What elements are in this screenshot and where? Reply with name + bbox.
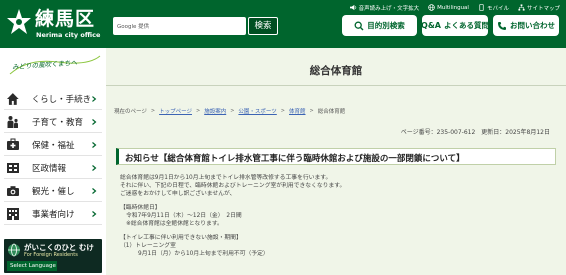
title-divider	[106, 85, 566, 86]
utility-links: 音声読み上げ・文字拡大 Multilingual モバイル サイトマップ	[349, 3, 560, 12]
page-title: 総合体育館	[309, 65, 363, 77]
search-button[interactable]: 検索	[248, 17, 278, 35]
body-line: それに伴い、下記の日程で、臨時休館およびトレーニング室が利用できなくなります。	[120, 183, 346, 189]
main-content: 総合体育館 現在のページ > トップページ > 施設案内 > 公園・スポーツ >…	[106, 48, 566, 275]
contact-label: お問い合わせ	[510, 21, 555, 30]
sidebar-item-label: 子育て・教育	[32, 117, 84, 128]
body-line: ご迷惑をおかけして申し訳ございませんが、	[120, 191, 236, 197]
select-language-button[interactable]: Select Language	[7, 261, 57, 271]
sidebar-item-living[interactable]: くらし・手続き	[4, 88, 102, 110]
breadcrumb-link-top[interactable]: トップページ	[159, 107, 192, 115]
site-header: 練馬区 Nerima city office 音声読み上げ・文字拡大 Multi…	[0, 0, 566, 48]
body-line: 9月1日（月）から10月上旬まで利用不可（予定）	[138, 251, 269, 257]
sidebar-item-label: 区政情報	[32, 163, 67, 174]
chevron-right-icon	[92, 210, 97, 217]
chevron-right-icon	[92, 141, 97, 148]
faq-label: よくある質問	[443, 21, 489, 30]
chevron-right-icon	[92, 164, 97, 171]
health-icon	[7, 138, 19, 150]
camera-icon	[7, 185, 19, 196]
breadcrumb-separator-icon: >	[150, 108, 156, 114]
utility-link-label: サイトマップ	[526, 5, 560, 12]
utility-link-label: 音声読み上げ・文字拡大	[358, 5, 420, 12]
breadcrumb-link-gymnasium[interactable]: 体育館	[289, 107, 306, 115]
site-logo[interactable]: 練馬区 Nerima city office	[6, 6, 101, 42]
phone-icon	[498, 21, 506, 30]
page-meta: ページ番号：235-007-612 更新日：2025年8月12日	[400, 129, 550, 136]
sidebar-item-childcare[interactable]: 子育て・教育	[4, 111, 102, 133]
purpose-search-button[interactable]: 目的別検索	[342, 15, 417, 36]
banner-subtitle: For Foreign Residents	[24, 252, 78, 258]
body-line: 総合体育館は9月1日から10月上旬までトイレ排水管等改修する工事を行います。	[120, 175, 332, 181]
faq-button[interactable]: Q&A よくある質問	[421, 15, 489, 36]
body-line: 【トイレ工事に伴い利用できない施設・期間】	[120, 235, 242, 241]
sidebar-item-label: 保健・福祉	[32, 140, 75, 151]
business-icon	[7, 207, 19, 220]
sidebar: みどりの風吹くまちへ くらし・手続き 子育て・教育 保健・福祉 区政情報 観光・…	[0, 48, 103, 275]
logo-name: 練馬区	[35, 8, 96, 30]
chevron-right-icon	[92, 95, 97, 102]
foreign-residents-banner[interactable]: がいこくのひと むけ For Foreign Residents Select …	[4, 239, 102, 273]
utility-link-sitemap[interactable]: サイトマップ	[518, 4, 560, 12]
chevron-right-icon	[92, 187, 97, 194]
family-icon	[7, 115, 18, 128]
utility-link-label: Multilingual	[437, 4, 469, 11]
utility-link-label: モバイル	[486, 5, 509, 12]
breadcrumb-current: 総合体育館	[317, 109, 346, 115]
utility-link-voice[interactable]: 音声読み上げ・文字拡大	[349, 4, 420, 12]
qa-icon: Q&A	[421, 21, 441, 30]
search-input[interactable]	[149, 18, 246, 34]
globe-icon	[428, 4, 435, 11]
body-line: 【臨時休館日】	[120, 205, 161, 211]
sidebar-item-label: くらし・手続き	[31, 94, 92, 105]
mobile-icon	[479, 4, 484, 11]
speaker-icon	[349, 4, 356, 11]
notice-heading-box: お知らせ【総合体育館トイレ排水管工事に伴う臨時休館および施設の一部閉鎖について】	[116, 148, 556, 165]
globe-icon	[8, 243, 20, 257]
sidebar-item-city-info[interactable]: 区政情報	[4, 157, 102, 179]
search-box: Google 提供	[113, 17, 246, 35]
notice-body: 総合体育館は9月1日から10月上旬までトイレ排水管等改修する工事を行います。 そ…	[120, 174, 556, 258]
sidebar-item-label: 事業者向け	[32, 209, 75, 220]
search-icon	[354, 21, 364, 30]
logo-subtitle: Nerima city office	[36, 31, 101, 39]
breadcrumb-separator-icon: >	[280, 108, 285, 114]
breadcrumb-separator-icon: >	[195, 108, 201, 114]
breadcrumb: 現在のページ > トップページ > 施設案内 > 公園・スポーツ > 体育館 >…	[114, 105, 558, 117]
utility-link-mobile[interactable]: モバイル	[478, 4, 509, 12]
breadcrumb-separator-icon: >	[309, 108, 314, 114]
body-line: 令和7年9月11日（木）～12日（金） 2日間	[126, 213, 242, 219]
search-provider-label: Google 提供	[117, 24, 150, 30]
sidebar-item-tourism[interactable]: 観光・催し	[4, 180, 102, 202]
breadcrumb-link-parks-sports[interactable]: 公園・スポーツ	[238, 107, 276, 115]
purpose-search-label: 目的別検索	[367, 21, 405, 30]
city-info-icon	[7, 162, 19, 173]
breadcrumb-separator-icon: >	[230, 108, 235, 114]
sidebar-item-health[interactable]: 保健・福祉	[4, 134, 102, 156]
slogan: みどりの風吹くまちへ	[8, 52, 102, 78]
breadcrumb-link-facilities[interactable]: 施設案内	[204, 107, 226, 115]
sitemap-icon	[518, 4, 525, 11]
house-icon	[6, 92, 19, 105]
body-line: ※総合体育館は全館休館となります。	[126, 221, 223, 227]
breadcrumb-heading: 現在のページ	[114, 109, 147, 115]
body-line: （1）トレーニング室	[120, 243, 176, 249]
sidebar-item-business[interactable]: 事業者向け	[4, 203, 102, 225]
notice-title: お知らせ【総合体育館トイレ排水管工事に伴う臨時休館および施設の一部閉鎖について】	[125, 154, 465, 164]
sidebar-item-label: 観光・催し	[32, 186, 75, 197]
utility-link-multilingual[interactable]: Multilingual	[428, 4, 469, 11]
nerima-emblem-icon	[7, 9, 31, 34]
contact-button[interactable]: お問い合わせ	[493, 15, 559, 36]
chevron-right-icon	[92, 118, 97, 125]
